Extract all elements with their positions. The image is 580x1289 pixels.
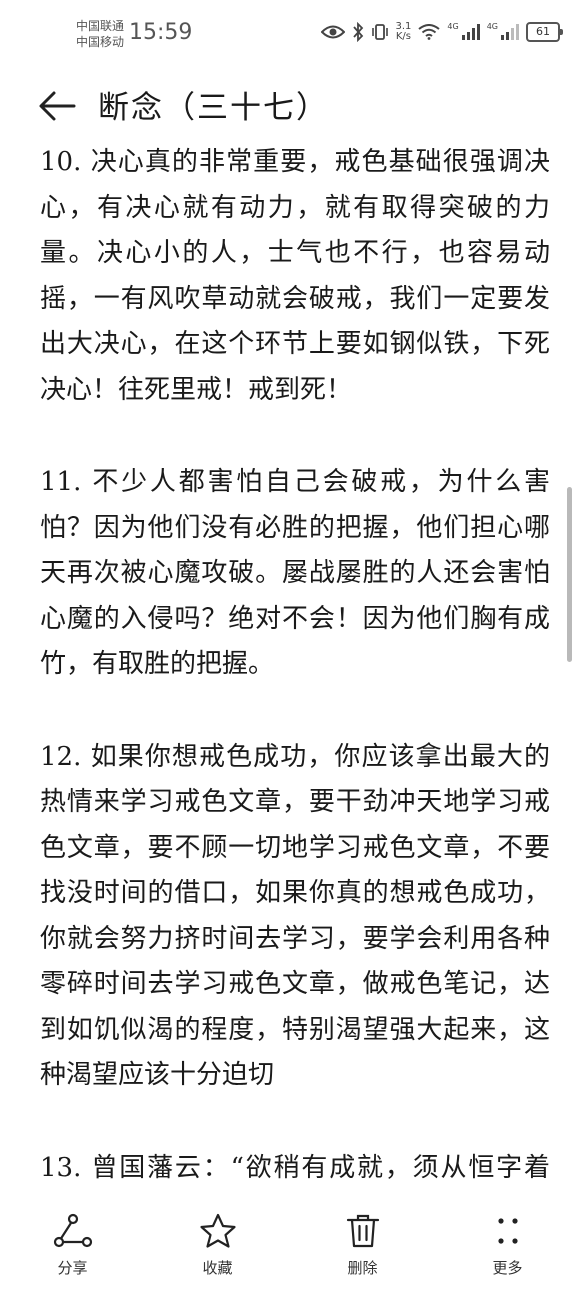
network-speed: 3.1 K/s — [396, 22, 412, 42]
delete-label: 删除 — [347, 1259, 378, 1277]
paragraph-13-text: 13. 曾国藩云：“欲稍有成就，须从恒字着手。”他曾以烹调食物比喻读书，如果“ — [40, 1152, 550, 1183]
app-header: 断念（三十七） — [0, 72, 580, 138]
trash-icon — [346, 1214, 379, 1248]
signal-2-label: 4G — [486, 22, 498, 31]
paragraph-13: 13. 曾国藩云：“欲稍有成就，须从恒字着手。”他曾以烹调食物比喻读书，如果“今 — [40, 1146, 550, 1196]
favorite-label: 收藏 — [202, 1259, 233, 1277]
back-button[interactable] — [36, 84, 80, 128]
vibrate-icon — [371, 23, 389, 41]
arrow-left-icon — [39, 91, 76, 121]
delete-button[interactable]: 删除 — [290, 1195, 435, 1289]
system-icons: 3.1 K/s 4G 4G 61 — [320, 22, 563, 42]
battery-icon: 61 — [526, 22, 563, 42]
signal-icon — [501, 24, 519, 40]
paragraph-11: 11. 不少人都害怕自己会破戒，为什么害怕？因为他们没有必胜的把握，他们担心哪天… — [40, 467, 550, 679]
net-speed-unit: K/s — [395, 31, 412, 42]
status-bar: 中国联通 中国移动 15:59 3.1 K/s 4G 4G 61 — [0, 0, 580, 64]
eye-icon — [320, 24, 345, 40]
more-label: 更多 — [492, 1259, 523, 1277]
wifi-icon — [418, 24, 441, 40]
more-button[interactable]: 更多 — [435, 1195, 580, 1289]
favorite-button[interactable]: 收藏 — [145, 1195, 290, 1289]
carrier-info: 中国联通 中国移动 — [76, 18, 124, 50]
star-icon — [199, 1213, 236, 1248]
bottom-toolbar: 分享 收藏 删除 更多 — [0, 1195, 580, 1289]
carrier-1: 中国联通 — [76, 19, 125, 33]
share-button[interactable]: 分享 — [0, 1195, 145, 1289]
more-icon — [497, 1218, 518, 1244]
article-body[interactable]: 10. 决心真的非常重要，戒色基础很强调决心，有决心就有动力，就有取得突破的力量… — [40, 140, 550, 1195]
paragraph-10: 10. 决心真的非常重要，戒色基础很强调决心，有决心就有动力，就有取得突破的力量… — [40, 147, 550, 405]
page-title: 断念（三十七） — [98, 90, 329, 126]
share-label: 分享 — [57, 1259, 88, 1277]
signal-1-label: 4G — [447, 22, 459, 31]
carrier-2: 中国移动 — [76, 35, 125, 49]
share-icon — [53, 1213, 92, 1248]
paragraph-12: 12. 如果你想戒色成功，你应该拿出最大的热情来学习戒色文章，要干劲冲天地学习戒… — [40, 741, 550, 1091]
signal-icon — [461, 24, 480, 40]
scrollbar[interactable] — [567, 487, 572, 662]
status-time: 15:59 — [129, 20, 193, 45]
bluetooth-icon — [352, 22, 364, 42]
